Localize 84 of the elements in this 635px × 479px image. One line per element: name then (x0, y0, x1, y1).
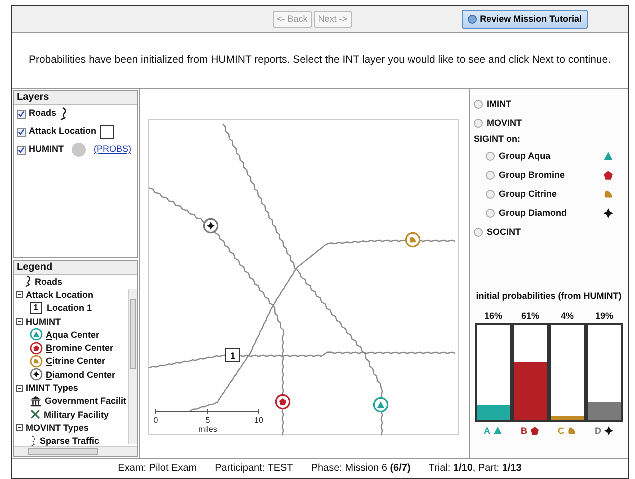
option-label[interactable]: Group Bromine (499, 168, 566, 182)
center-marker (204, 219, 218, 233)
layer-label: Roads (29, 107, 57, 120)
building-icon (30, 396, 42, 407)
legend-item[interactable]: HUMINT (26, 316, 61, 328)
collapse-toggle[interactable] (16, 291, 23, 298)
radio-button[interactable] (486, 209, 495, 218)
center-marker-icon (30, 354, 43, 368)
radio-button[interactable] (486, 152, 495, 161)
instruction-text: Probabilities have been initialized from HUMINT reports. Select the INT layer you would like to see and click Next to continue. (28, 52, 612, 68)
status-text: Participant: TEST (215, 462, 294, 476)
legend-item[interactable]: Sparse Traffic (40, 435, 100, 446)
scale-label: 5 (206, 416, 210, 425)
radio-button[interactable] (474, 100, 483, 109)
option-label[interactable]: Group Diamond (499, 206, 567, 220)
option-label[interactable]: IMINT (487, 98, 512, 112)
percentage-label: 4% (560, 310, 574, 322)
legend-item[interactable]: Military Facility (44, 408, 110, 421)
option-label[interactable]: Group Citrine (499, 188, 557, 202)
radio-button[interactable] (474, 119, 483, 128)
review-tutorial-button[interactable]: Review Mission Tutorial (462, 10, 588, 28)
legend-item[interactable]: Citrine Center (46, 355, 106, 368)
legend-item[interactable]: MOVINT Types (26, 422, 89, 434)
collapse-toggle[interactable] (16, 424, 23, 432)
chart-title: initial probabilities (from HUMINT) (475, 290, 623, 303)
leaf-icon (567, 426, 577, 436)
dotted-road-icon (30, 434, 37, 446)
road-icon (60, 107, 68, 121)
location-marker: 1 (30, 302, 42, 314)
scale-label: 10 (254, 416, 264, 425)
legend-item[interactable]: Bromine Center (46, 342, 114, 354)
percentage-label: 19% (595, 310, 614, 322)
radio-button[interactable] (486, 190, 495, 199)
layer-label: Attack Location (29, 125, 97, 138)
status-text: Trial: 1/10, Part: 1/13 (428, 462, 522, 476)
option-label[interactable]: SOCINT (487, 226, 522, 240)
legend-item[interactable]: Attack Location (26, 288, 94, 301)
group-letter: C (558, 424, 564, 438)
legend-item[interactable]: Location 1 (47, 302, 92, 314)
center-marker-icon (30, 342, 43, 355)
checkbox[interactable] (17, 128, 26, 136)
legend-item[interactable]: Government Facilit (45, 395, 127, 408)
checkbox[interactable] (17, 110, 26, 118)
group-letter: B (521, 424, 528, 438)
pentagon-icon (530, 426, 540, 436)
location-marker: 1 (226, 348, 240, 362)
legend-item[interactable]: Aqua Center (46, 328, 100, 341)
square-icon (100, 125, 114, 139)
circle-icon (72, 143, 86, 157)
help-icon (468, 14, 478, 24)
horizontal-scrollbar[interactable] (14, 446, 137, 456)
percentage-label: 16% (484, 310, 502, 322)
option-label[interactable]: MOVINT (487, 116, 522, 130)
radio-button[interactable] (474, 228, 483, 237)
scale-label: 0 (154, 416, 158, 425)
collapse-toggle[interactable] (16, 318, 23, 326)
center-marker (374, 398, 388, 412)
legend-title: Legend (14, 261, 137, 275)
layer-label: HUMINT (29, 143, 64, 156)
group-letter: A (484, 424, 490, 438)
triangle-icon (493, 426, 503, 436)
status-text: Phase: Mission 6 (6/7) (311, 462, 411, 476)
probs-link[interactable]: (PROBS) (94, 143, 132, 157)
center-marker-icon (30, 328, 43, 342)
collapse-toggle[interactable] (16, 384, 23, 392)
section-label: SIGINT on: (474, 133, 520, 146)
road-icon (25, 275, 32, 288)
center-marker-icon (30, 368, 43, 382)
group-letter: D (595, 424, 602, 438)
legend-item[interactable]: IMINT Types (26, 382, 78, 394)
percentage-label: 61% (521, 310, 540, 322)
option-label[interactable]: Group Aqua (499, 150, 551, 164)
center-marker (276, 395, 290, 409)
radio-button[interactable] (486, 171, 495, 180)
legend-item[interactable]: Roads (35, 276, 63, 288)
crossed-tools-icon (30, 409, 41, 420)
star-icon (604, 426, 614, 436)
status-text: Exam: Pilot Exam (118, 462, 198, 476)
checkbox[interactable] (17, 146, 26, 154)
scale-unit: miles (198, 425, 218, 434)
scrollbar[interactable] (128, 289, 137, 444)
legend-item[interactable]: Diamond Center (46, 368, 116, 381)
layers-title: Layers (14, 91, 137, 105)
center-marker (406, 233, 420, 247)
